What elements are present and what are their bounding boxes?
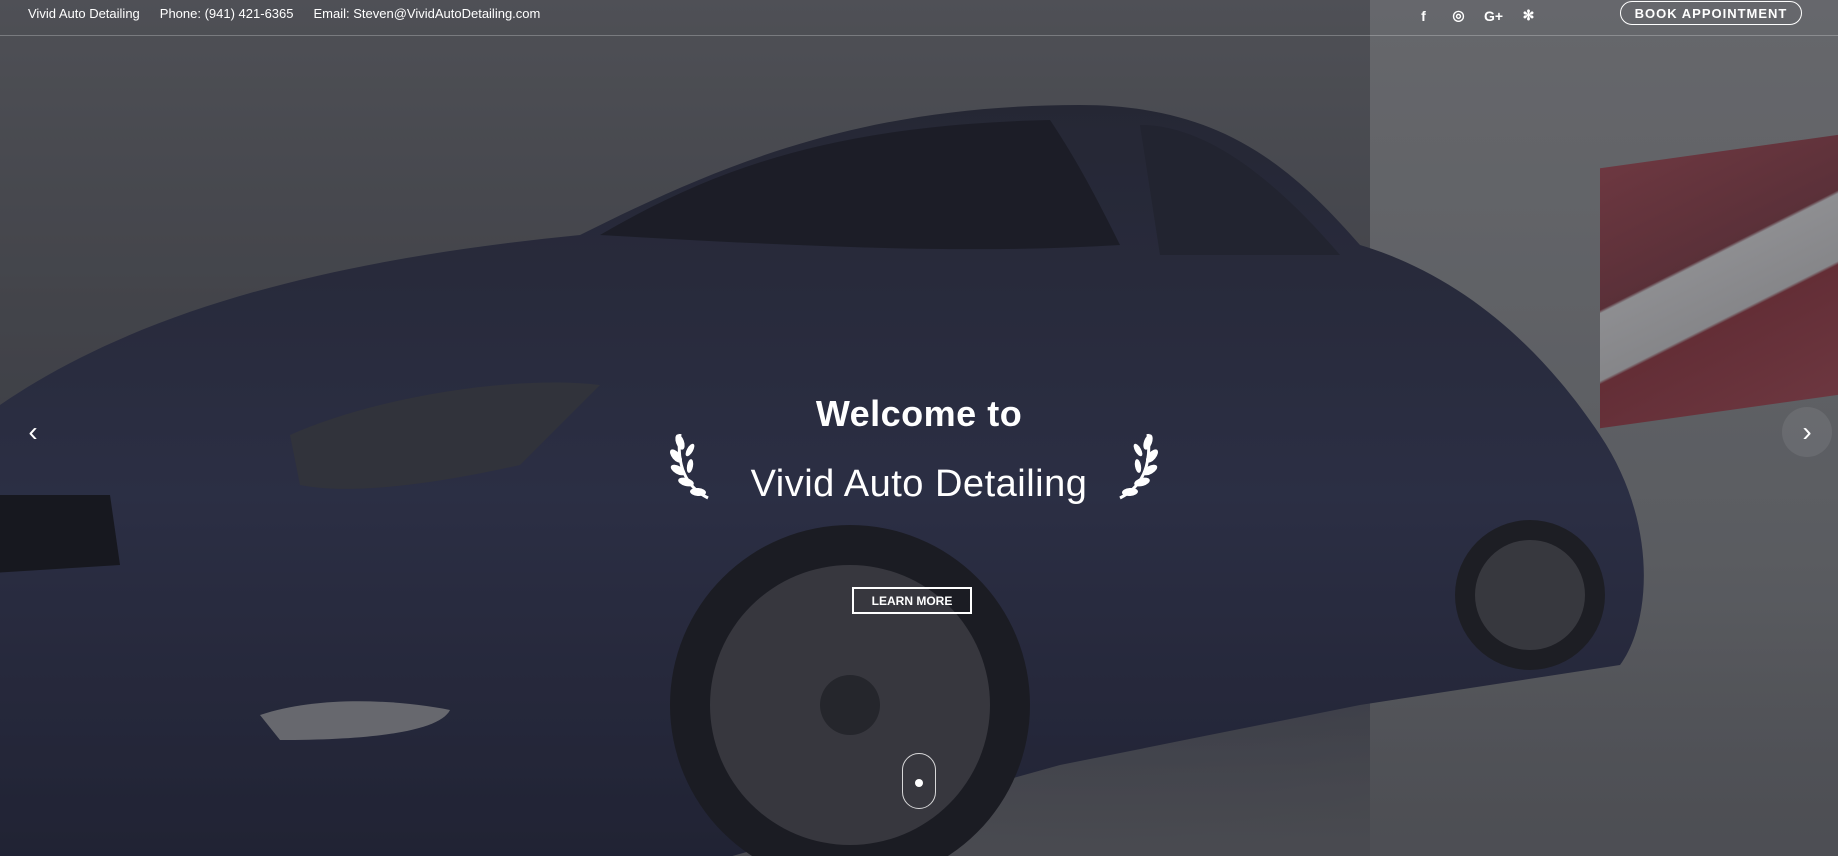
yelp-icon[interactable]: ✻: [1519, 6, 1538, 25]
laurel-right-icon: [1119, 433, 1158, 500]
book-appointment-button[interactable]: BOOK APPOINTMENT: [1620, 1, 1802, 25]
scroll-down-indicator[interactable]: [902, 753, 936, 809]
scroll-dot: [915, 779, 923, 787]
learn-more-button[interactable]: LEARN MORE: [852, 587, 972, 614]
contact-info: Vivid Auto Detailing Phone: (941) 421-63…: [28, 6, 540, 21]
brand-heading: Vivid Auto Detailing: [750, 463, 1088, 505]
google-plus-icon[interactable]: G+: [1484, 6, 1503, 25]
instagram-icon[interactable]: ◎: [1449, 6, 1468, 25]
previous-slide-arrow-icon[interactable]: ‹: [8, 407, 58, 457]
business-name: Vivid Auto Detailing: [28, 6, 140, 21]
next-slide-arrow-icon[interactable]: ›: [1782, 407, 1832, 457]
welcome-heading: Welcome to: [815, 393, 1023, 434]
email-address[interactable]: Email: Steven@VividAutoDetailing.com: [314, 6, 541, 21]
phone-number[interactable]: Phone: (941) 421-6365: [160, 6, 294, 21]
social-links: f ◎ G+ ✻: [1414, 6, 1538, 25]
facebook-icon[interactable]: f: [1414, 6, 1433, 25]
top-bar: Vivid Auto Detailing Phone: (941) 421-63…: [0, 0, 1838, 36]
